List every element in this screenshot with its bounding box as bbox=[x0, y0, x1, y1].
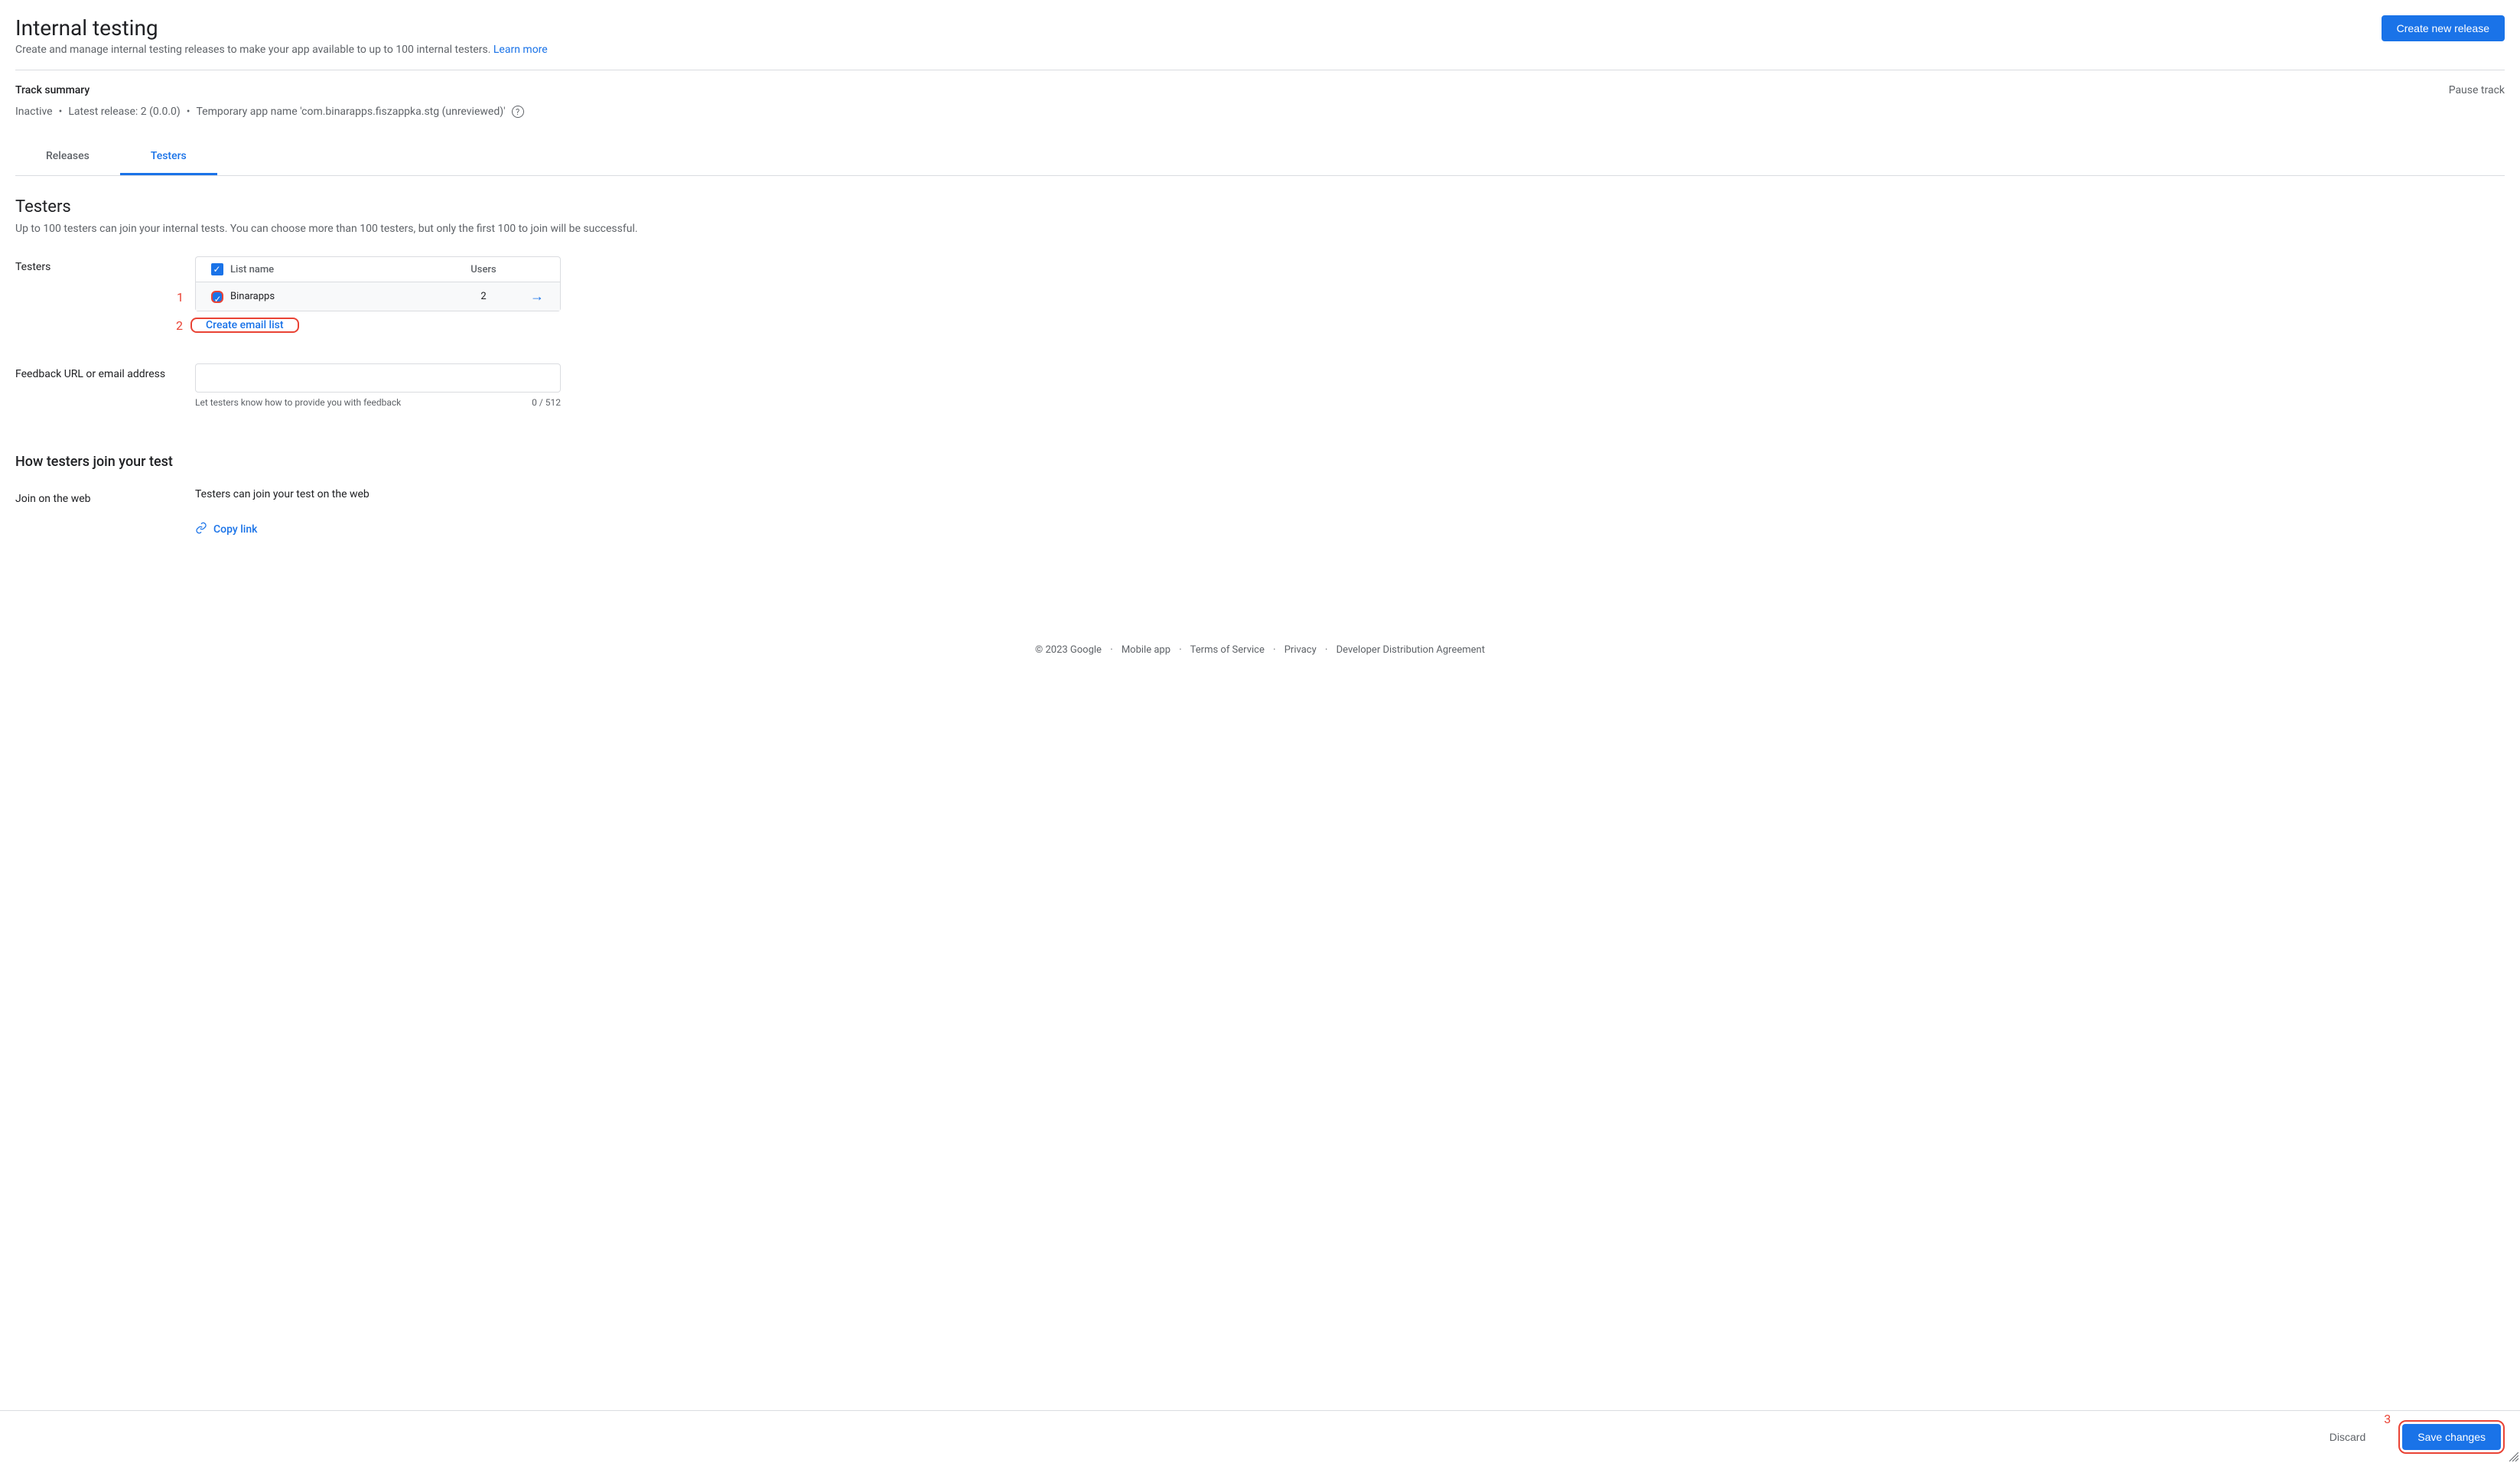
feedback-counter: 0 / 512 bbox=[532, 397, 561, 408]
create-email-list-button[interactable]: Create email list bbox=[192, 310, 298, 340]
arrow-right-icon[interactable]: → bbox=[522, 288, 552, 305]
callout-number-1: 1 bbox=[177, 290, 184, 305]
row-checkbox[interactable]: ✓ bbox=[211, 291, 223, 303]
track-temp-name: Temporary app name 'com.binarapps.fiszap… bbox=[197, 106, 506, 118]
footer-mobile-app[interactable]: Mobile app bbox=[1122, 644, 1170, 656]
callout-number-3: 3 bbox=[2384, 1412, 2391, 1426]
footer-copyright: © 2023 Google bbox=[1035, 644, 1102, 656]
col-users: Users bbox=[445, 264, 522, 275]
callout-number-2: 2 bbox=[176, 318, 183, 333]
tester-table: ✓ List name Users 1 ✓ Binarapps 2 → bbox=[195, 256, 561, 311]
track-status: Inactive bbox=[15, 106, 53, 118]
page-title: Internal testing bbox=[15, 15, 548, 41]
footer-terms[interactable]: Terms of Service bbox=[1190, 644, 1265, 656]
row-users: 2 bbox=[445, 291, 522, 302]
footer: © 2023 Google · Mobile app · Terms of Se… bbox=[15, 644, 2505, 656]
discard-button[interactable]: Discard bbox=[2317, 1424, 2378, 1450]
bottom-bar: Discard 3 Save changes bbox=[0, 1410, 2520, 1463]
resize-handle-icon[interactable] bbox=[2509, 1452, 2518, 1461]
tab-releases[interactable]: Releases bbox=[15, 139, 120, 175]
row-name: Binarapps bbox=[230, 291, 445, 302]
subtitle-text: Create and manage internal testing relea… bbox=[15, 44, 490, 56]
create-release-button[interactable]: Create new release bbox=[2382, 15, 2505, 41]
col-list-name: List name bbox=[230, 264, 445, 275]
tester-table-header: ✓ List name Users bbox=[196, 257, 560, 282]
feedback-input[interactable] bbox=[195, 363, 561, 393]
save-changes-button[interactable]: Save changes bbox=[2402, 1424, 2501, 1450]
track-info: Inactive • Latest release: 2 (0.0.0) • T… bbox=[15, 106, 2505, 118]
join-web-label: Join on the web bbox=[15, 488, 195, 537]
feedback-label: Feedback URL or email address bbox=[15, 363, 195, 408]
track-summary-label: Track summary bbox=[15, 84, 90, 96]
join-web-desc: Testers can join your test on the web bbox=[195, 488, 561, 500]
select-all-checkbox[interactable]: ✓ bbox=[211, 263, 223, 275]
feedback-hint: Let testers know how to provide you with… bbox=[195, 397, 401, 408]
table-row: 1 ✓ Binarapps 2 → bbox=[196, 282, 560, 311]
learn-more-link[interactable]: Learn more bbox=[493, 44, 548, 56]
help-icon[interactable]: ? bbox=[512, 106, 524, 118]
testers-desc: Up to 100 testers can join your internal… bbox=[15, 223, 2505, 235]
link-icon bbox=[195, 522, 207, 537]
separator-dot: • bbox=[187, 106, 190, 118]
copy-link-label: Copy link bbox=[213, 523, 257, 536]
tab-testers[interactable]: Testers bbox=[120, 139, 217, 175]
copy-link-button[interactable]: Copy link bbox=[195, 522, 257, 537]
footer-privacy[interactable]: Privacy bbox=[1284, 644, 1317, 656]
testers-label: Testers bbox=[15, 256, 195, 333]
testers-heading: Testers bbox=[15, 197, 2505, 217]
footer-dda[interactable]: Developer Distribution Agreement bbox=[1337, 644, 1485, 656]
tabs: Releases Testers bbox=[15, 139, 2505, 176]
separator-dot: • bbox=[59, 106, 63, 118]
page-subtitle: Create and manage internal testing relea… bbox=[15, 44, 548, 56]
track-latest: Latest release: 2 (0.0.0) bbox=[68, 106, 180, 118]
how-join-heading: How testers join your test bbox=[15, 454, 2505, 470]
pause-track-button[interactable]: Pause track bbox=[2449, 84, 2505, 96]
